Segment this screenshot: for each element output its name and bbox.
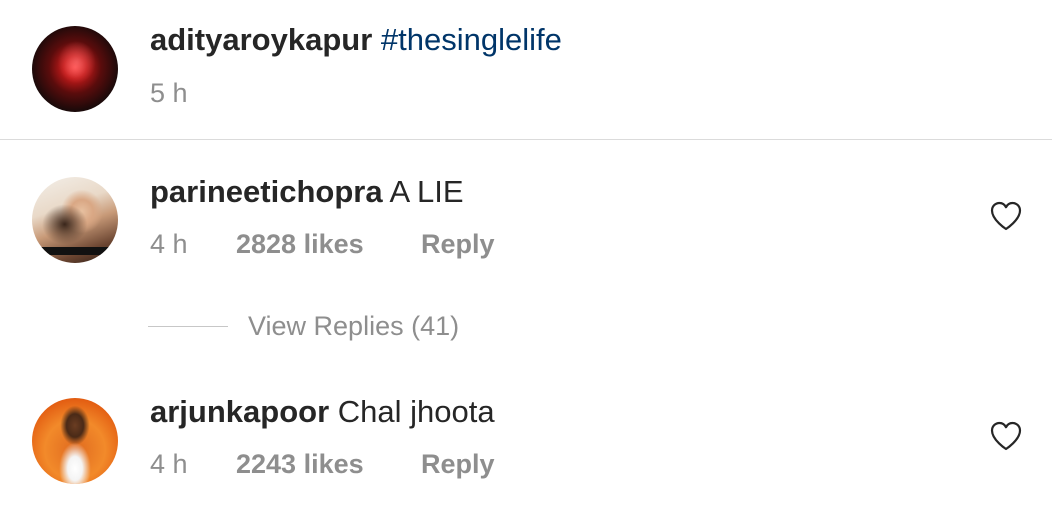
- comment-avatar[interactable]: [32, 177, 118, 263]
- view-replies-label: View Replies (41): [248, 311, 460, 341]
- comment-avatar[interactable]: [32, 398, 118, 484]
- post-caption: adityaroykapur #thesinglelife: [150, 22, 562, 58]
- comment-username[interactable]: arjunkapoor: [150, 394, 329, 429]
- heart-icon[interactable]: [989, 200, 1023, 232]
- view-replies-line: [148, 326, 228, 327]
- comment-username[interactable]: parineetichopra: [150, 174, 383, 209]
- comment-likes[interactable]: 2828 likes: [236, 229, 421, 260]
- comment-time: 4 h: [150, 449, 188, 479]
- view-replies-link[interactable]: View Replies (41): [148, 311, 459, 342]
- comment-meta: 4 h 2828 likes Reply: [150, 229, 495, 260]
- comment-body: parineetichopra A LIE: [150, 174, 464, 210]
- post-author-username[interactable]: adityaroykapur: [150, 22, 372, 57]
- comment-likes[interactable]: 2243 likes: [236, 449, 421, 480]
- post-hashtag[interactable]: #thesinglelife: [381, 22, 562, 57]
- comment-time: 4 h: [150, 229, 188, 259]
- comment-meta: 4 h 2243 likes Reply: [150, 449, 495, 480]
- post-meta: 5 h: [150, 78, 188, 109]
- comment-body: arjunkapoor Chal jhoota: [150, 394, 495, 430]
- post-time: 5 h: [150, 78, 188, 108]
- post-author-avatar[interactable]: [32, 26, 118, 112]
- divider: [0, 139, 1052, 140]
- heart-icon[interactable]: [989, 420, 1023, 452]
- comment-text: Chal jhoota: [337, 394, 495, 429]
- reply-button[interactable]: Reply: [421, 229, 495, 259]
- comment-text: A LIE: [389, 174, 464, 209]
- reply-button[interactable]: Reply: [421, 449, 495, 479]
